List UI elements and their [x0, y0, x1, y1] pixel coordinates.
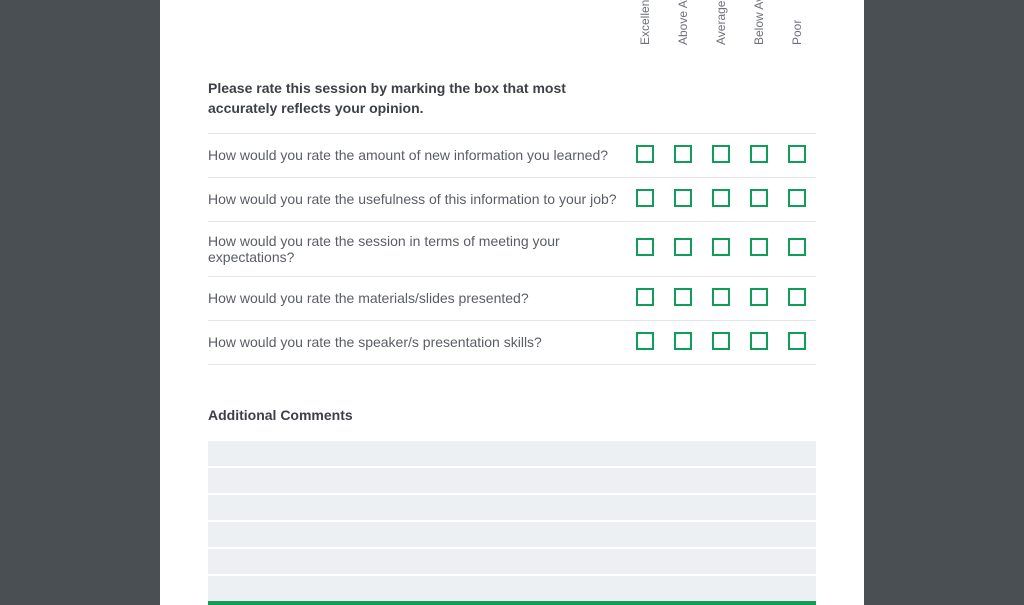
rating-checkbox[interactable]: [674, 332, 692, 350]
rating-cell: [702, 177, 740, 221]
rating-cell: [626, 320, 664, 364]
rating-cell: [664, 320, 702, 364]
rating-cell: [702, 133, 740, 177]
rating-checkbox[interactable]: [674, 288, 692, 306]
rating-cell: [778, 133, 816, 177]
rating-checkbox[interactable]: [712, 189, 730, 207]
rating-checkbox[interactable]: [712, 332, 730, 350]
rating-checkbox[interactable]: [636, 238, 654, 256]
rating-table: ExcellentAbove AverageAverageBelow Avera…: [208, 0, 816, 365]
question-text: How would you rate the speaker/s present…: [208, 320, 626, 364]
question-text: How would you rate the usefulness of thi…: [208, 177, 626, 221]
rating-checkbox[interactable]: [788, 189, 806, 207]
rating-cell: [740, 177, 778, 221]
question-row: How would you rate the materials/slides …: [208, 276, 816, 320]
comment-line: [208, 576, 816, 601]
question-row: How would you rate the amount of new inf…: [208, 133, 816, 177]
scale-header-4: Poor: [778, 0, 816, 78]
rating-checkbox[interactable]: [636, 332, 654, 350]
rating-checkbox[interactable]: [674, 145, 692, 163]
question-text: How would you rate the amount of new inf…: [208, 133, 626, 177]
rating-cell: [740, 221, 778, 276]
instructions-text: Please rate this session by marking the …: [208, 78, 626, 133]
rating-checkbox[interactable]: [788, 288, 806, 306]
rating-cell: [626, 221, 664, 276]
rating-checkbox[interactable]: [750, 189, 768, 207]
comment-line: [208, 549, 816, 576]
comments-box[interactable]: [208, 441, 816, 601]
rating-checkbox[interactable]: [788, 145, 806, 163]
rating-checkbox[interactable]: [788, 238, 806, 256]
rating-cell: [626, 276, 664, 320]
rating-cell: [626, 177, 664, 221]
question-row: How would you rate the speaker/s present…: [208, 320, 816, 364]
rating-cell: [740, 276, 778, 320]
instructions-row: Please rate this session by marking the …: [208, 78, 816, 133]
rating-checkbox[interactable]: [750, 238, 768, 256]
comment-line: [208, 522, 816, 549]
rating-cell: [778, 177, 816, 221]
rating-checkbox[interactable]: [788, 332, 806, 350]
rating-cell: [664, 177, 702, 221]
rating-checkbox[interactable]: [750, 332, 768, 350]
rating-cell: [740, 320, 778, 364]
comment-line: [208, 441, 816, 468]
rating-checkbox[interactable]: [674, 189, 692, 207]
rating-checkbox[interactable]: [636, 145, 654, 163]
rating-checkbox[interactable]: [712, 238, 730, 256]
survey-page: ExcellentAbove AverageAverageBelow Avera…: [160, 0, 864, 605]
comment-line: [208, 468, 816, 495]
scale-header-row: ExcellentAbove AverageAverageBelow Avera…: [208, 0, 816, 78]
rating-checkbox[interactable]: [636, 288, 654, 306]
rating-cell: [664, 221, 702, 276]
rating-checkbox[interactable]: [636, 189, 654, 207]
rating-cell: [702, 320, 740, 364]
rating-cell: [702, 276, 740, 320]
rating-cell: [664, 133, 702, 177]
rating-cell: [740, 133, 778, 177]
rating-cell: [702, 221, 740, 276]
rating-checkbox[interactable]: [750, 145, 768, 163]
rating-checkbox[interactable]: [674, 238, 692, 256]
rating-cell: [664, 276, 702, 320]
rating-checkbox[interactable]: [712, 288, 730, 306]
question-text: How would you rate the session in terms …: [208, 221, 626, 276]
rating-checkbox[interactable]: [712, 145, 730, 163]
rating-cell: [778, 221, 816, 276]
comments-heading: Additional Comments: [208, 407, 816, 423]
rating-cell: [778, 320, 816, 364]
comments-underline: [208, 601, 816, 605]
comment-line: [208, 495, 816, 522]
question-text: How would you rate the materials/slides …: [208, 276, 626, 320]
rating-cell: [626, 133, 664, 177]
question-row: How would you rate the usefulness of thi…: [208, 177, 816, 221]
rating-cell: [778, 276, 816, 320]
rating-checkbox[interactable]: [750, 288, 768, 306]
question-row: How would you rate the session in terms …: [208, 221, 816, 276]
